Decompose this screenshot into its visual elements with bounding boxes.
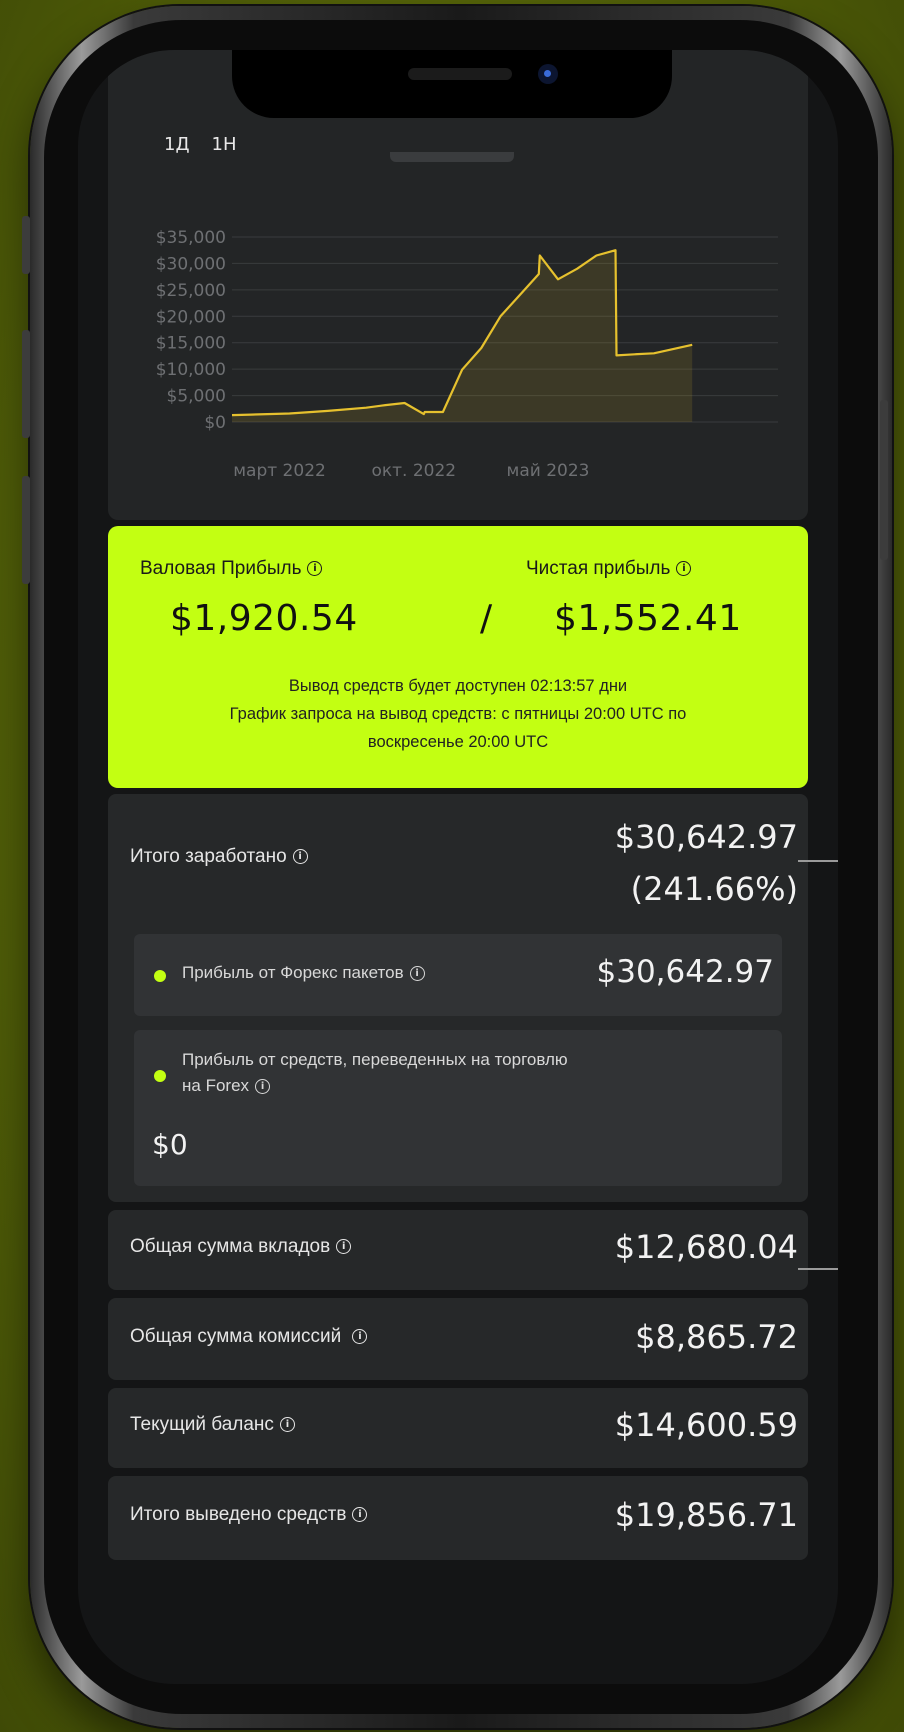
gross-profit-label: Валовая Прибыль i <box>140 558 323 580</box>
y-tick-label: $35,000 <box>156 228 226 248</box>
phone-screen: 1Д 1Н $35,000 $30,000 $25,000 $20,000 $15,000… <box>78 50 838 1684</box>
mute-switch <box>22 216 30 274</box>
phone-notch <box>232 50 672 118</box>
withdrawn-label: Итого выведено средств i <box>130 1504 368 1526</box>
forex-profit-value: $30,642.97 <box>596 954 775 990</box>
scroll-edge-marker <box>798 1268 838 1270</box>
total-earned-percent: (241.66%) <box>630 870 798 908</box>
y-tick-label: $15,000 <box>156 334 226 354</box>
x-tick-label: март 2022 <box>233 461 326 481</box>
deposits-label: Общая сумма вкладов i <box>130 1236 352 1258</box>
x-tick-label: окт. 2022 <box>371 461 456 481</box>
commissions-label: Общая сумма комиссий i <box>130 1326 368 1348</box>
deposits-value: $12,680.04 <box>614 1228 798 1266</box>
y-tick-label: $10,000 <box>156 360 226 380</box>
info-icon[interactable]: i <box>352 1507 368 1523</box>
power-button <box>880 400 888 560</box>
total-earned-value: $30,642.97 <box>614 818 798 856</box>
y-tick-label: $25,000 <box>156 281 226 301</box>
balance-value: $14,600.59 <box>614 1406 798 1444</box>
withdrawal-schedule-cont: воскресенье 20:00 UTC <box>367 733 549 751</box>
net-profit-value: $1,552.41 <box>554 598 742 639</box>
total-earned-label: Итого заработано i <box>130 846 308 868</box>
y-tick-label: $30,000 <box>156 254 226 274</box>
gross-profit-value: $1,920.54 <box>170 598 358 639</box>
period-selector: 1Д 1Н <box>164 134 259 155</box>
withdrawal-countdown: Вывод средств будет доступен 02:13:57 дн… <box>288 677 628 695</box>
withdrawal-schedule: График запроса на вывод средств: с пятни… <box>229 705 687 723</box>
period-1w[interactable]: 1Н <box>212 134 237 155</box>
profit-separator: / <box>480 598 493 639</box>
balance-chart: $35,000 $30,000 $25,000 $20,000 $15,000 $10,0… <box>156 228 778 481</box>
front-camera <box>538 64 558 84</box>
forex-profit-label: Прибыль от Форекс пакетов i <box>182 960 425 986</box>
y-tick-label: $20,000 <box>156 307 226 327</box>
x-tick-label: май 2023 <box>507 461 590 481</box>
period-1d[interactable]: 1Д <box>164 134 190 155</box>
info-icon[interactable]: i <box>336 1239 352 1255</box>
withdrawn-value: $19,856.71 <box>614 1496 798 1534</box>
y-tick-label: $5,000 <box>167 387 226 407</box>
balance-label: Текущий баланс i <box>130 1414 295 1436</box>
info-icon[interactable]: i <box>255 1079 271 1095</box>
transfer-profit-value: $0 <box>152 1128 188 1161</box>
period-selector-indicator <box>390 152 514 162</box>
net-profit-label: Чистая прибыль i <box>526 558 692 580</box>
volume-up-button <box>22 330 30 438</box>
commissions-value: $8,865.72 <box>635 1318 798 1356</box>
transfer-bullet <box>154 1070 166 1082</box>
info-icon[interactable]: i <box>307 561 323 577</box>
scroll-edge-marker <box>798 860 838 862</box>
withdrawal-info: Вывод средств будет доступен 02:13:57 дн… <box>108 672 808 756</box>
info-icon[interactable]: i <box>292 849 308 865</box>
forex-bullet <box>154 970 166 982</box>
y-tick-label: $0 <box>204 413 226 433</box>
chart-area-fill <box>232 250 693 422</box>
info-icon[interactable]: i <box>409 966 425 982</box>
transfer-profit-label: Прибыль от средств, переведенных на торг… <box>182 1050 568 1095</box>
info-icon[interactable]: i <box>676 561 692 577</box>
speaker-grille <box>408 68 512 80</box>
info-icon[interactable]: i <box>279 1417 295 1433</box>
volume-down-button <box>22 476 30 584</box>
info-icon[interactable]: i <box>352 1329 368 1345</box>
